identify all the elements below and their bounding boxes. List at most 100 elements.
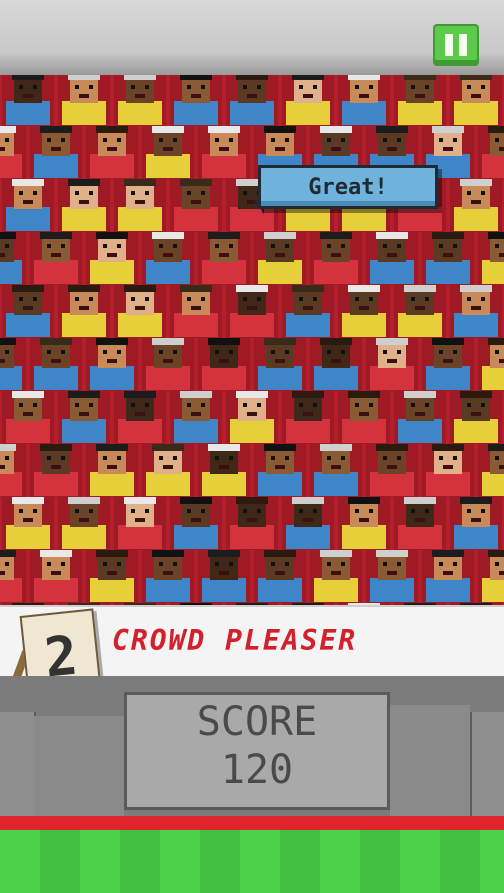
crowd-eye xyxy=(271,350,275,354)
crowd-shirt xyxy=(146,472,190,496)
crowd-mouth xyxy=(79,518,89,522)
crowd-eye xyxy=(341,456,345,460)
crowd-hair xyxy=(376,444,408,451)
crowd-hair xyxy=(12,75,44,80)
crowd-eye xyxy=(453,138,457,142)
crowd-shirt xyxy=(314,260,358,284)
crowd-mouth xyxy=(23,306,33,310)
crowd-hair xyxy=(264,232,296,239)
crowd-shirt xyxy=(62,101,106,125)
crowd-mouth xyxy=(499,147,504,151)
crowd-mouth xyxy=(79,94,89,98)
pause-button[interactable] xyxy=(433,24,479,66)
crowd-mouth xyxy=(331,359,341,363)
crowd-eye xyxy=(47,244,51,248)
crowd-mouth xyxy=(0,253,5,257)
crowd-hair xyxy=(152,550,184,557)
crowd-shirt xyxy=(286,207,330,231)
crowd-shirt xyxy=(174,419,218,443)
crowd-mouth xyxy=(415,518,425,522)
crowd-eye xyxy=(271,456,275,460)
crowd-hair xyxy=(488,126,504,133)
crowd-eye xyxy=(117,456,121,460)
crowd-eye xyxy=(89,403,93,407)
crowd-eye xyxy=(117,138,121,142)
crowd-eye xyxy=(271,138,275,142)
crowd-eye xyxy=(243,85,247,89)
crowd-shirt xyxy=(398,207,442,231)
crowd-mouth xyxy=(471,94,481,98)
crowd-eye xyxy=(369,509,373,513)
crowd-shirt xyxy=(90,260,134,284)
score-value: 120 xyxy=(220,747,294,793)
crowd-shirt xyxy=(454,419,498,443)
crowd-shirt xyxy=(286,101,330,125)
crowd-eye xyxy=(5,350,9,354)
crowd-eye xyxy=(355,403,359,407)
crowd-eye xyxy=(201,509,205,513)
crowd-shirt xyxy=(0,472,22,496)
crowd-eye xyxy=(33,85,37,89)
scoreboard: SCORE 120 xyxy=(124,692,390,810)
crowd-shirt xyxy=(118,101,162,125)
crowd-shirt xyxy=(314,472,358,496)
banner-title: CROWD PLEASER xyxy=(112,624,358,657)
crowd-shirt xyxy=(370,260,414,284)
crowd-mouth xyxy=(219,359,229,363)
crowd-mouth xyxy=(443,359,453,363)
crowd-eye xyxy=(75,403,79,407)
crowd-eye xyxy=(341,350,345,354)
crowd-eye xyxy=(369,297,373,301)
crowd-eye xyxy=(341,562,345,566)
crowd-hair xyxy=(236,285,268,292)
crowd-mouth xyxy=(247,94,257,98)
crowd-eye xyxy=(453,562,457,566)
crowd-hair xyxy=(292,75,324,80)
crowd-hair xyxy=(96,232,128,239)
crowd-eye xyxy=(19,403,23,407)
crowd-eye xyxy=(257,509,261,513)
crowd-eye xyxy=(341,244,345,248)
crowd-hair xyxy=(292,285,324,292)
crowd-eye xyxy=(19,509,23,513)
crowd-mouth xyxy=(331,147,341,151)
crowd-mouth xyxy=(51,571,61,575)
crowd-hair xyxy=(432,444,464,451)
crowd-eye xyxy=(201,403,205,407)
crowd-shirt xyxy=(202,578,246,602)
crowd-eye xyxy=(355,85,359,89)
crowd-hair xyxy=(68,391,100,398)
crowd-mouth xyxy=(387,465,397,469)
crowd-mouth xyxy=(443,147,453,151)
crowd-eye xyxy=(145,297,149,301)
crowd-eye xyxy=(89,509,93,513)
crowd-shirt xyxy=(202,260,246,284)
crowd-mouth xyxy=(51,253,61,257)
crowd-eye xyxy=(173,138,177,142)
crowd-eye xyxy=(5,562,9,566)
crowd-shirt xyxy=(482,366,504,390)
crowd-shirt xyxy=(90,472,134,496)
crowd-eye xyxy=(145,509,149,513)
crowd-eye xyxy=(215,562,219,566)
crowd-shirt xyxy=(34,472,78,496)
crowd-hair xyxy=(152,338,184,345)
crowd-hair xyxy=(376,550,408,557)
crowd-mouth xyxy=(51,147,61,151)
crowd-mouth xyxy=(23,94,33,98)
crowd-eye xyxy=(103,456,107,460)
crowd-hair xyxy=(404,391,436,398)
crowd-hair xyxy=(40,444,72,451)
crowd-hair xyxy=(208,232,240,239)
crowd-hair xyxy=(320,550,352,557)
crowd-eye xyxy=(159,456,163,460)
right-wall xyxy=(390,705,470,817)
crowd-mouth xyxy=(0,571,5,575)
crowd-mouth xyxy=(331,465,341,469)
crowd-eye xyxy=(425,85,429,89)
crowd-hair xyxy=(180,497,212,504)
crowd-hair xyxy=(432,232,464,239)
crowd-eye xyxy=(495,244,499,248)
crowd-shirt xyxy=(62,525,106,549)
crowd-hair xyxy=(40,232,72,239)
